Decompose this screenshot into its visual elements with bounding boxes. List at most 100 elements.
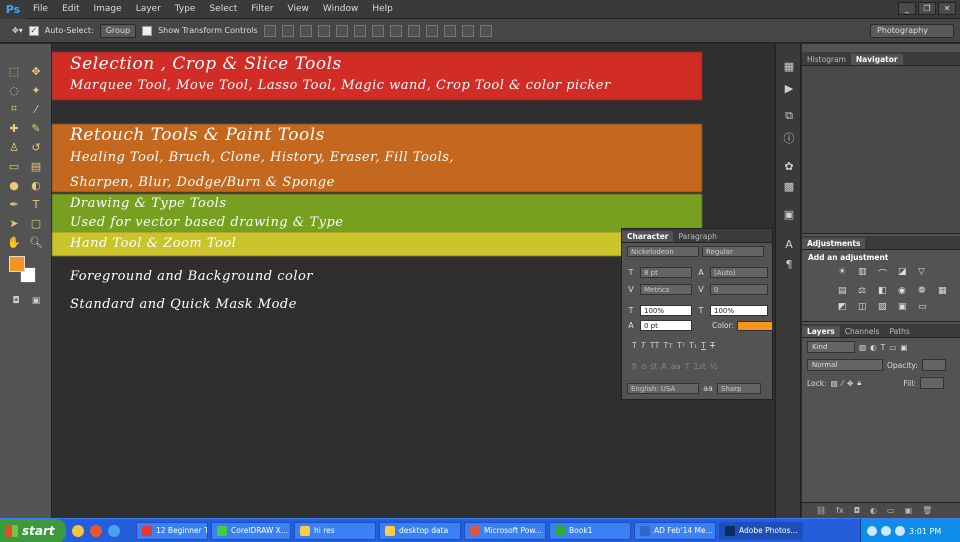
new-adjustment-icon[interactable]: ◐ (870, 506, 877, 515)
lock-position-icon[interactable]: ✥ (847, 379, 853, 388)
brightness-icon[interactable]: ☀ (838, 267, 852, 280)
underline-icon[interactable]: T (701, 341, 706, 350)
path-selection-tool-icon[interactable]: ➤ (4, 214, 24, 232)
dodge-tool-icon[interactable]: ◐ (26, 176, 46, 194)
align-top-icon[interactable] (263, 24, 276, 37)
minimize-button[interactable]: _ (898, 2, 916, 15)
workspace-dropdown[interactable]: Photography (870, 24, 954, 38)
tab-channels[interactable]: Channels (840, 326, 885, 337)
font-family-select[interactable]: Nickelodeon (627, 246, 699, 257)
tracking-select[interactable]: 0 (710, 284, 768, 295)
layer-kind-select[interactable]: Kind (807, 341, 855, 353)
lock-brush-icon[interactable]: ⁄ (842, 379, 843, 388)
move-tool-icon[interactable]: ✥ (26, 62, 46, 80)
filter-smart-icon[interactable]: ▣ (900, 343, 907, 352)
task-coreldraw[interactable]: CorelDRAW X... (211, 521, 291, 540)
eyedropper-tool-icon[interactable]: ⁄ (26, 100, 46, 118)
clone-stamp-tool-icon[interactable]: ♙ (4, 138, 24, 156)
color-balance-icon[interactable]: ⚖ (858, 286, 872, 296)
info-icon[interactable]: ⓘ (781, 130, 797, 146)
gradient-tool-icon[interactable]: ▤ (26, 157, 46, 175)
delete-layer-icon[interactable]: 🗑︎ (922, 506, 932, 515)
lock-pixels-icon[interactable]: ▨ (831, 379, 838, 388)
filter-shape-icon[interactable]: ▭ (889, 343, 896, 352)
photo-filter-icon[interactable]: ◉ (898, 286, 912, 296)
tab-histogram[interactable]: Histogram (802, 54, 851, 65)
menu-window[interactable]: Window (316, 0, 366, 19)
menu-file[interactable]: File (26, 0, 55, 19)
strikethrough-icon[interactable]: T (710, 341, 715, 350)
lasso-tool-icon[interactable]: ◌ (4, 81, 24, 99)
lock-all-icon[interactable]: 🔒︎ (857, 378, 861, 388)
horizontal-scale-input[interactable]: 100% (710, 305, 768, 316)
language-select[interactable]: English: USA (627, 383, 699, 394)
tab-paragraph[interactable]: Paragraph (673, 231, 721, 242)
character-panel-icon[interactable]: A (781, 236, 797, 252)
screen-mode-icon[interactable]: ▣ (26, 292, 46, 310)
hue-saturation-icon[interactable]: ▤ (838, 286, 852, 296)
kerning-select[interactable]: Metrics (640, 284, 692, 295)
tab-navigator[interactable]: Navigator (850, 54, 903, 65)
align-bottom-icon[interactable] (299, 24, 312, 37)
align-hcenter-icon[interactable] (335, 24, 348, 37)
quicklaunch-1-icon[interactable] (72, 524, 84, 537)
font-size-select[interactable]: 8 pt (640, 267, 692, 278)
text-color-swatch[interactable] (736, 320, 773, 331)
threshold-icon[interactable]: ▨ (878, 302, 892, 312)
clock[interactable]: 3:01 PM (909, 527, 941, 536)
distribute-right-icon[interactable] (461, 24, 474, 37)
distribute-bottom-icon[interactable] (407, 24, 420, 37)
distribute-left-icon[interactable] (425, 24, 438, 37)
link-layers-icon[interactable]: ⛓ (816, 506, 826, 515)
oldstyle-icon[interactable]: ơ (641, 362, 646, 371)
marquee-tool-icon[interactable]: ⬚ (4, 62, 24, 80)
align-right-icon[interactable] (353, 24, 366, 37)
titling-icon[interactable]: aa (671, 362, 681, 371)
auto-align-icon[interactable] (479, 24, 492, 37)
tray-volume-icon[interactable] (881, 526, 891, 536)
align-left-icon[interactable] (317, 24, 330, 37)
task-desktop-data[interactable]: desktop data (379, 521, 461, 540)
move-tool-icon[interactable]: ✥▾ (12, 26, 23, 35)
menu-select[interactable]: Select (202, 0, 244, 19)
font-style-select[interactable]: Regular (702, 246, 764, 257)
transform-controls-checkbox[interactable] (142, 25, 153, 36)
invert-icon[interactable]: ◩ (838, 302, 852, 312)
layer-style-icon[interactable]: fx (836, 506, 844, 515)
crop-tool-icon[interactable]: ⌗ (4, 100, 24, 118)
vibrance-icon[interactable]: ▽ (918, 267, 932, 280)
filter-adjust-icon[interactable]: ◐ (870, 343, 877, 352)
play-icon[interactable]: ▶ (781, 80, 797, 96)
levels-icon[interactable]: ▥ (858, 267, 872, 280)
leading-select[interactable]: (Auto) (710, 267, 768, 278)
vertical-scale-input[interactable]: 100% (640, 305, 692, 316)
tab-character[interactable]: Character (622, 231, 674, 242)
tray-security-icon[interactable] (895, 526, 905, 536)
fractions-icon[interactable]: 1st (693, 362, 705, 371)
tab-paths[interactable]: Paths (884, 326, 914, 337)
start-button[interactable]: start (0, 518, 66, 542)
task-ad-feb[interactable]: AD Feb'14 Me... (634, 521, 716, 540)
filter-pixel-icon[interactable]: ▧ (859, 343, 866, 352)
swatches-icon[interactable]: ✿ (781, 158, 797, 174)
task-beginner[interactable]: 12 Beginner T... (136, 521, 208, 540)
task-photoshop[interactable]: Adobe Photos... (719, 521, 803, 540)
healing-tool-icon[interactable]: ✚ (4, 119, 24, 137)
close-button[interactable]: ✕ (938, 2, 956, 15)
exposure-icon[interactable]: ◪ (898, 267, 912, 280)
paragraph-panel-icon[interactable]: ¶ (781, 256, 797, 272)
filter-type-icon[interactable]: T (881, 343, 886, 352)
auto-select-checkbox[interactable]: ✓ (28, 25, 39, 36)
shape-tool-icon[interactable]: ▢ (26, 214, 46, 232)
superscript-icon[interactable]: T¹ (677, 341, 685, 350)
tab-adjustments[interactable]: Adjustments (802, 238, 866, 249)
menu-layer[interactable]: Layer (129, 0, 168, 19)
menu-filter[interactable]: Filter (244, 0, 280, 19)
antialias-select[interactable]: Sharp (717, 383, 761, 394)
gradient-map-icon[interactable]: ▭ (918, 302, 932, 312)
brush-presets-icon[interactable]: ▣ (781, 206, 797, 222)
subscript-icon[interactable]: T₁ (689, 341, 697, 350)
alternates-icon[interactable]: A (661, 362, 666, 371)
menu-view[interactable]: View (281, 0, 316, 19)
foreground-color-swatch[interactable] (9, 256, 25, 272)
